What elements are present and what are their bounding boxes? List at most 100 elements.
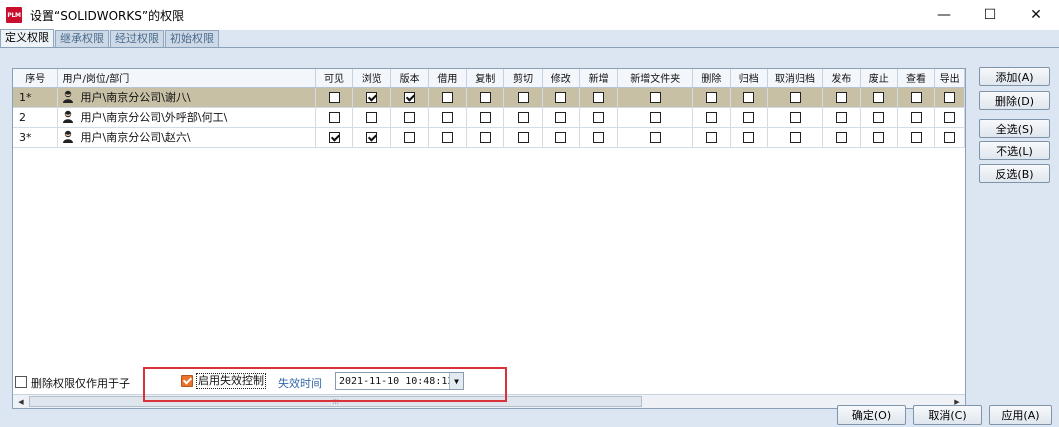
delete-children-only-checkbox[interactable] bbox=[15, 376, 27, 388]
permission-checkbox[interactable] bbox=[404, 92, 416, 103]
column-header[interactable]: 删除 bbox=[692, 69, 731, 88]
permission-checkbox[interactable] bbox=[649, 92, 661, 103]
tab-define-permissions[interactable]: 定义权限 bbox=[0, 29, 54, 47]
permission-checkbox[interactable] bbox=[705, 92, 717, 103]
permission-checkbox[interactable] bbox=[944, 132, 956, 143]
permission-checkbox[interactable] bbox=[789, 112, 801, 123]
enable-expire-label[interactable]: 启用失效控制 bbox=[196, 373, 266, 389]
permission-checkbox[interactable] bbox=[517, 112, 529, 123]
permission-checkbox[interactable] bbox=[944, 92, 956, 103]
permission-checkbox[interactable] bbox=[743, 92, 755, 103]
permission-checkbox[interactable] bbox=[404, 132, 416, 143]
column-header[interactable]: 剪切 bbox=[503, 69, 543, 88]
permission-checkbox[interactable] bbox=[479, 92, 491, 103]
permission-cell bbox=[860, 107, 898, 128]
permission-checkbox[interactable] bbox=[835, 132, 847, 143]
permission-checkbox[interactable] bbox=[743, 112, 755, 123]
column-header[interactable]: 新增文件夹 bbox=[617, 69, 694, 88]
permission-checkbox[interactable] bbox=[593, 92, 605, 103]
expire-time-value: 2021-11-10 10:48:13 bbox=[339, 375, 454, 387]
column-header[interactable]: 版本 bbox=[390, 69, 429, 88]
permission-checkbox[interactable] bbox=[835, 92, 847, 103]
permission-cell bbox=[466, 87, 505, 108]
column-header[interactable]: 新增 bbox=[579, 69, 619, 88]
expire-time-picker[interactable]: 2021-11-10 10:48:13 ▼ bbox=[335, 372, 464, 390]
column-header[interactable]: 复制 bbox=[466, 69, 505, 88]
column-header[interactable]: 序号 bbox=[13, 69, 59, 88]
tab-initial-permissions[interactable]: 初始权限 bbox=[165, 30, 219, 47]
permission-checkbox[interactable] bbox=[555, 132, 567, 143]
permission-checkbox[interactable] bbox=[910, 92, 922, 103]
enable-expire-checkbox[interactable] bbox=[181, 375, 193, 387]
permission-cell bbox=[767, 107, 824, 128]
permission-checkbox[interactable] bbox=[649, 132, 661, 143]
permission-cell bbox=[352, 87, 392, 108]
row-user-path: 用户\南京分公司\赵六\ bbox=[80, 131, 191, 144]
permission-checkbox[interactable] bbox=[404, 112, 416, 123]
permission-checkbox[interactable] bbox=[705, 132, 717, 143]
column-header[interactable]: 浏览 bbox=[352, 69, 392, 88]
column-header[interactable]: 修改 bbox=[542, 69, 580, 88]
permission-checkbox[interactable] bbox=[441, 112, 453, 123]
ok-button[interactable]: 确定(O) bbox=[837, 405, 906, 425]
permission-checkbox[interactable] bbox=[517, 132, 529, 143]
permission-checkbox[interactable] bbox=[555, 112, 567, 123]
minimize-button[interactable]: — bbox=[921, 0, 967, 30]
column-header[interactable]: 归档 bbox=[730, 69, 768, 88]
permission-checkbox[interactable] bbox=[593, 132, 605, 143]
permission-checkbox[interactable] bbox=[835, 112, 847, 123]
permission-cell bbox=[767, 87, 824, 108]
column-header[interactable]: 废止 bbox=[860, 69, 898, 88]
tab-inherited-permissions[interactable]: 继承权限 bbox=[55, 30, 109, 47]
permission-checkbox[interactable] bbox=[366, 92, 378, 103]
add-button[interactable]: 添加(A) bbox=[979, 67, 1050, 86]
column-header[interactable]: 发布 bbox=[822, 69, 861, 88]
apply-button[interactable]: 应用(A) bbox=[989, 405, 1052, 425]
permission-cell bbox=[692, 87, 731, 108]
permission-cell bbox=[466, 127, 505, 148]
permission-checkbox[interactable] bbox=[910, 112, 922, 123]
permission-checkbox[interactable] bbox=[366, 112, 378, 123]
column-header[interactable]: 取消归档 bbox=[767, 69, 824, 88]
delete-button[interactable]: 删除(D) bbox=[979, 91, 1050, 110]
permission-checkbox[interactable] bbox=[873, 112, 885, 123]
permission-checkbox[interactable] bbox=[873, 92, 885, 103]
permission-checkbox[interactable] bbox=[328, 112, 340, 123]
permission-cell bbox=[390, 127, 429, 148]
column-header[interactable]: 导出 bbox=[934, 69, 965, 88]
table-row[interactable]: 1* 用户\南京分公司\谢八\ bbox=[13, 87, 965, 108]
permission-checkbox[interactable] bbox=[705, 112, 717, 123]
permission-checkbox[interactable] bbox=[517, 92, 529, 103]
dropdown-arrow-icon[interactable]: ▼ bbox=[449, 373, 463, 389]
permission-checkbox[interactable] bbox=[593, 112, 605, 123]
close-button[interactable]: ✕ bbox=[1013, 0, 1059, 30]
permission-checkbox[interactable] bbox=[789, 92, 801, 103]
permission-checkbox[interactable] bbox=[649, 112, 661, 123]
select-all-button[interactable]: 全选(S) bbox=[979, 119, 1050, 138]
column-header[interactable]: 查看 bbox=[897, 69, 936, 88]
permission-checkbox[interactable] bbox=[743, 132, 755, 143]
permission-checkbox[interactable] bbox=[555, 92, 567, 103]
cancel-button[interactable]: 取消(C) bbox=[913, 405, 982, 425]
permission-checkbox[interactable] bbox=[479, 112, 491, 123]
column-header[interactable]: 可见 bbox=[315, 69, 354, 88]
permission-checkbox[interactable] bbox=[789, 132, 801, 143]
invert-selection-button[interactable]: 反选(B) bbox=[979, 164, 1050, 183]
permission-checkbox[interactable] bbox=[328, 132, 340, 143]
permission-checkbox[interactable] bbox=[479, 132, 491, 143]
column-header[interactable]: 借用 bbox=[428, 69, 468, 88]
table-row[interactable]: 3* 用户\南京分公司\赵六\ bbox=[13, 127, 965, 148]
column-header[interactable]: 用户/岗位/部门 bbox=[57, 69, 316, 88]
maximize-button[interactable]: ☐ bbox=[967, 0, 1013, 30]
permission-cell bbox=[897, 107, 936, 128]
permission-checkbox[interactable] bbox=[441, 92, 453, 103]
permission-checkbox[interactable] bbox=[441, 132, 453, 143]
permission-checkbox[interactable] bbox=[328, 92, 340, 103]
permission-checkbox[interactable] bbox=[873, 132, 885, 143]
table-row[interactable]: 2 用户\南京分公司\外呼部\何工\ bbox=[13, 107, 965, 128]
permission-checkbox[interactable] bbox=[910, 132, 922, 143]
select-none-button[interactable]: 不选(L) bbox=[979, 141, 1050, 160]
permission-checkbox[interactable] bbox=[944, 112, 956, 123]
tab-passed-permissions[interactable]: 经过权限 bbox=[110, 30, 164, 47]
permission-checkbox[interactable] bbox=[366, 132, 378, 143]
